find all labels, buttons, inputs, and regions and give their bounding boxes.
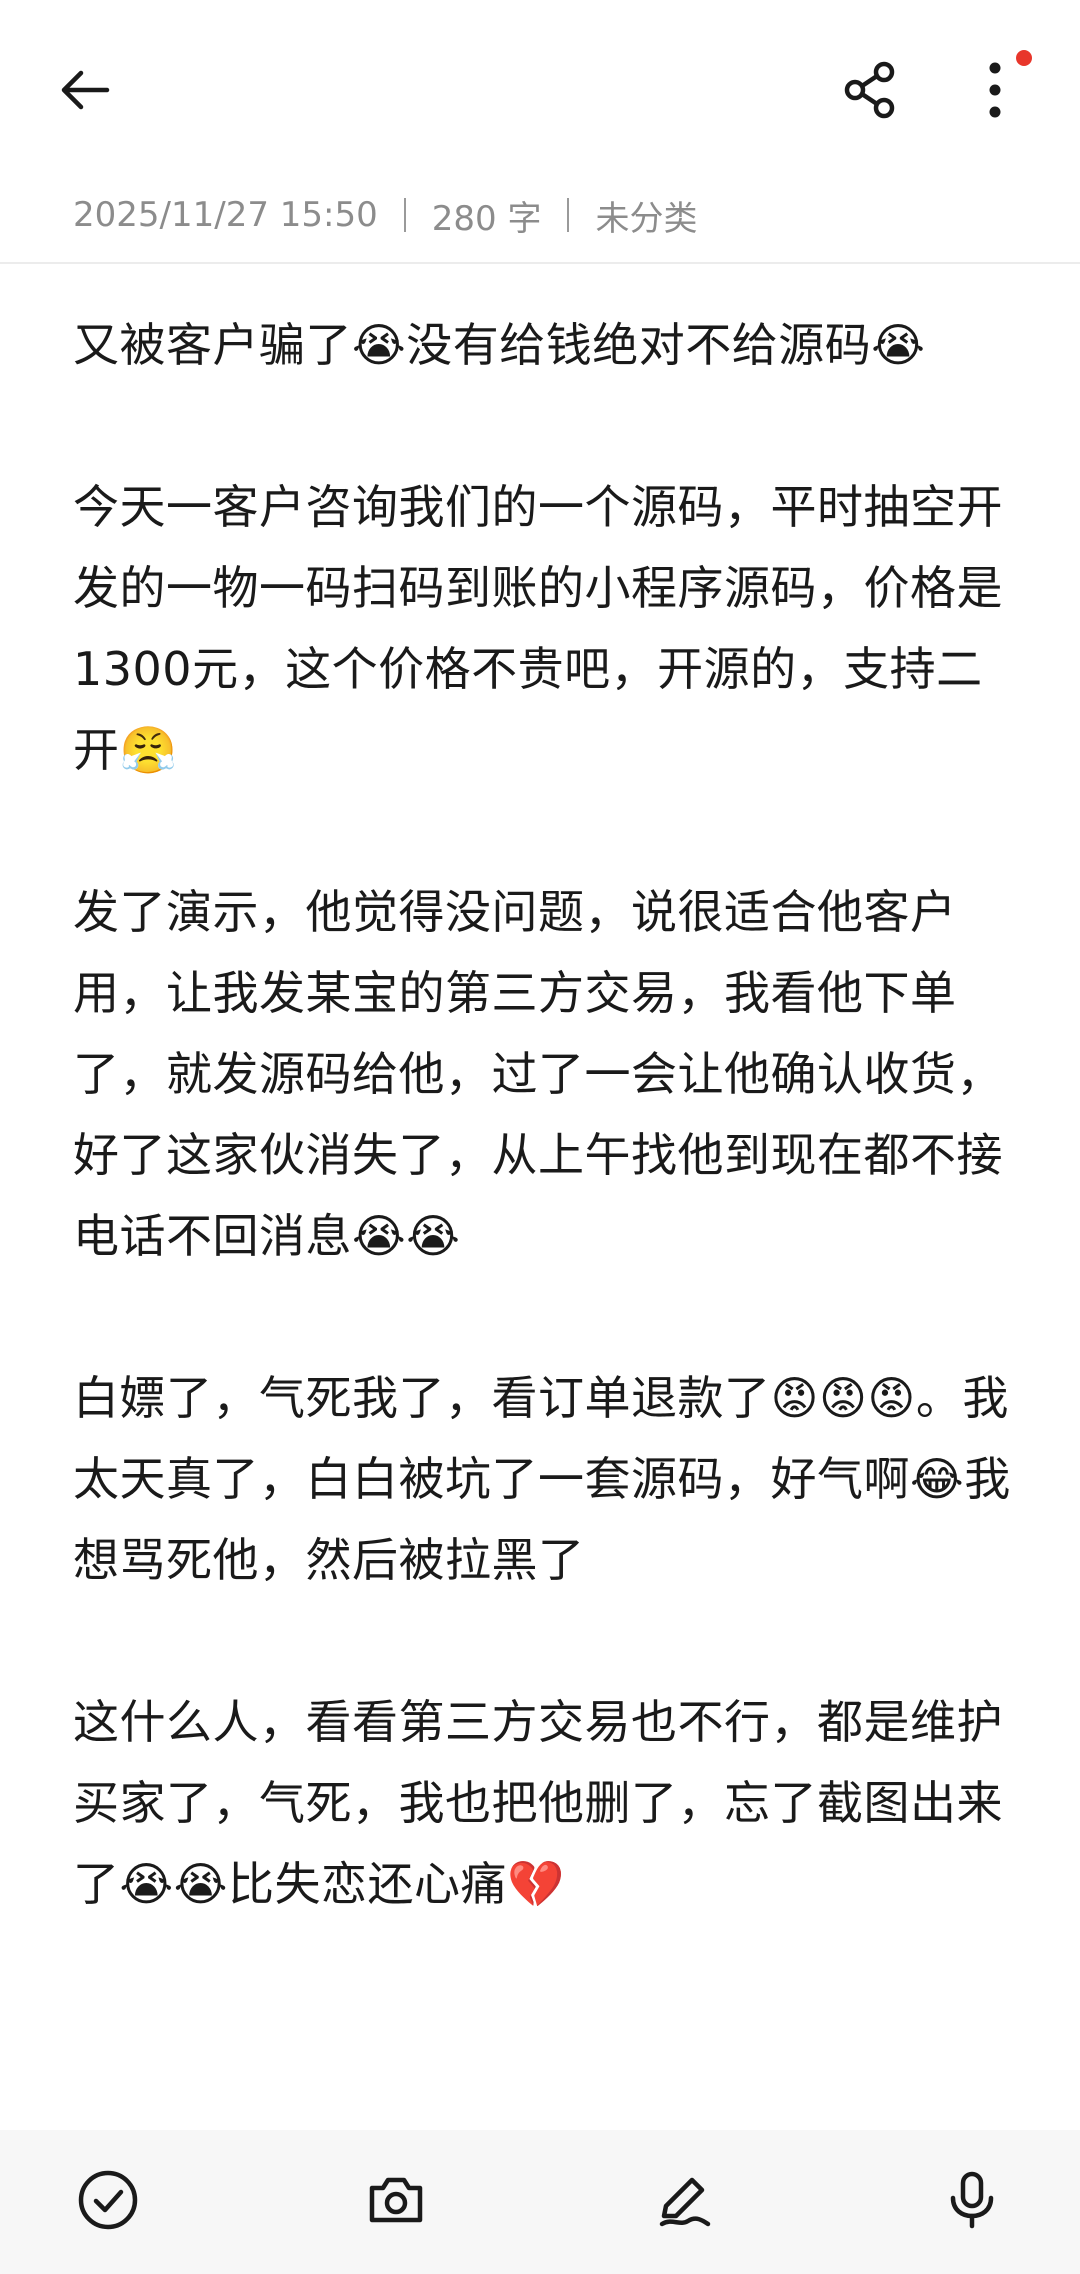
- voice-input-button[interactable]: [922, 2150, 1022, 2250]
- check-circle-icon: [78, 2170, 138, 2230]
- arrow-left-icon: [61, 70, 110, 110]
- note-category[interactable]: 未分类: [595, 191, 697, 240]
- note-paragraph: 今天一客户咨询我们的一个源码，平时抽空开发的一物一码扫码到账的小程序源码，价格是…: [73, 480, 1003, 777]
- bottom-toolbar: [0, 2130, 1080, 2274]
- meta-separator: [403, 198, 406, 232]
- note-detail-screen: 2025/11/27 15:50 280 字 未分类 又被客户骗了😭没有给钱绝对…: [0, 0, 1080, 2274]
- more-vertical-icon: [989, 62, 1001, 118]
- note-paragraph: 发了演示，他觉得没问题，说很适合他客户用，让我发某宝的第三方交易，我看他下单了，…: [73, 885, 1003, 1263]
- pen-icon: [659, 2177, 711, 2227]
- note-paragraph: 又被客户骗了😭没有给钱绝对不给源码😭: [73, 318, 926, 372]
- note-paragraph: 白嫖了，气死我了，看订单退款了😡😡😡。我太天真了，白白被坑了一套源码，好气啊😂我…: [73, 1371, 1011, 1587]
- top-app-bar: [0, 0, 1080, 180]
- handwriting-button[interactable]: [634, 2150, 734, 2250]
- camera-icon: [369, 2177, 423, 2223]
- checklist-button[interactable]: [58, 2150, 158, 2250]
- note-meta: 2025/11/27 15:50 280 字 未分类: [73, 190, 697, 240]
- back-button[interactable]: [40, 45, 130, 135]
- meta-separator: [567, 198, 570, 232]
- microphone-icon: [950, 2171, 994, 2229]
- camera-button[interactable]: [346, 2150, 446, 2250]
- note-body[interactable]: 又被客户骗了😭没有给钱绝对不给源码😭 今天一客户咨询我们的一个源码，平时抽空开发…: [73, 305, 1013, 1925]
- note-date: 2025/11/27 15:50: [73, 195, 378, 235]
- header-divider: [0, 262, 1080, 264]
- note-word-count: 280 字: [431, 198, 542, 239]
- notification-dot: [1016, 50, 1032, 66]
- note-paragraph: 这什么人，看看第三方交易也不行，都是维护买家了，气死，我也把他删了，忘了截图出来…: [73, 1695, 1003, 1911]
- share-button[interactable]: [825, 45, 915, 135]
- share-icon: [844, 61, 895, 119]
